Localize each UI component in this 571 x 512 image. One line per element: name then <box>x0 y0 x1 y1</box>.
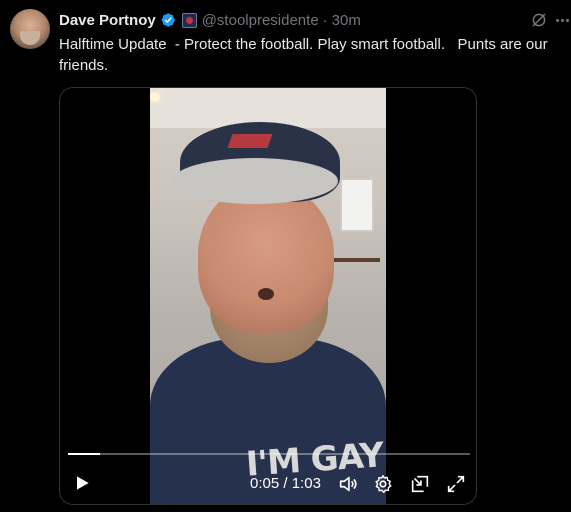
picture-in-picture-icon[interactable] <box>409 473 431 495</box>
video-controls: 0:05 / 1:03 <box>60 463 476 503</box>
tweet[interactable]: Dave Portnoy @stoolpresidente · 30m Half… <box>0 0 571 512</box>
video-duration: 1:03 <box>291 475 321 492</box>
video-timecode: 0:05 / 1:03 <box>250 475 321 492</box>
video-current-time: 0:05 <box>250 475 280 492</box>
video-cap-brim <box>172 158 338 204</box>
video-player[interactable]: I'M GAY 0:05 / 1:03 <box>59 87 477 505</box>
video-mouth <box>258 288 274 300</box>
video-time-separator: / <box>279 475 292 492</box>
play-icon[interactable] <box>72 473 92 493</box>
display-name[interactable]: Dave Portnoy <box>59 12 156 29</box>
affiliation-badge-icon[interactable] <box>181 12 197 28</box>
volume-icon[interactable] <box>337 473 359 495</box>
timestamp[interactable]: 30m <box>332 12 361 29</box>
settings-icon[interactable] <box>372 473 394 495</box>
tweet-header: Dave Portnoy @stoolpresidente · 30m <box>59 10 361 30</box>
verified-badge-icon[interactable] <box>160 12 176 28</box>
avatar[interactable] <box>10 9 50 49</box>
more-icon[interactable] <box>556 11 571 29</box>
video-progress-fill <box>68 453 101 455</box>
grok-icon[interactable] <box>530 11 548 29</box>
video-progress-bar[interactable] <box>68 453 470 455</box>
video-cap-logo <box>227 134 273 148</box>
video-railing <box>330 258 380 302</box>
handle[interactable]: @stoolpresidente <box>202 12 319 29</box>
separator-dot: · <box>322 11 328 29</box>
tweet-text: Halftime Update - Protect the football. … <box>59 36 552 74</box>
video-frame[interactable]: I'M GAY <box>150 88 386 504</box>
video-ceiling-light <box>150 92 160 102</box>
video-face <box>198 183 334 333</box>
fullscreen-icon[interactable] <box>445 473 467 495</box>
avatar-beard <box>20 31 40 45</box>
video-window <box>340 178 374 232</box>
